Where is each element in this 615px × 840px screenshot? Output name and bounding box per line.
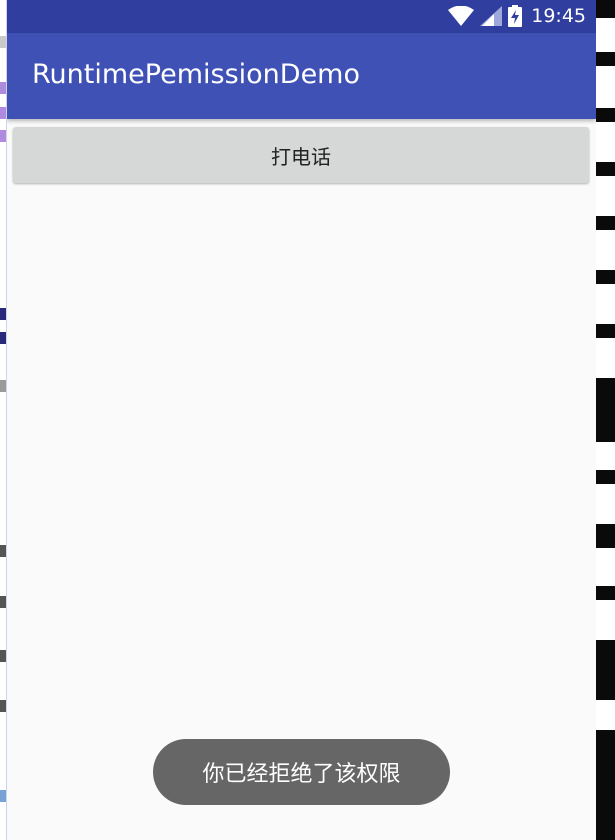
bg-text-fragment [0,107,6,119]
background-window-edge-right [596,0,615,840]
make-call-button[interactable]: 打电话 [13,127,589,183]
bg-text-fragment [0,545,6,557]
app-toolbar: RuntimePemissionDemo [7,33,596,119]
status-bar: 19:45 [7,0,596,33]
signal-icon [480,6,503,26]
bg-dark-fragment [596,524,615,548]
bg-dark-fragment [596,162,615,176]
bg-text-fragment [0,380,6,392]
bg-text-fragment [0,36,6,48]
bg-text-fragment [0,332,6,344]
bg-text-fragment [0,308,6,320]
bg-dark-fragment [596,730,615,840]
bg-dark-fragment [596,270,615,284]
bg-dark-fragment [596,216,615,230]
bg-dark-fragment [596,324,615,338]
bg-text-fragment [0,700,6,712]
bg-text-fragment [0,596,6,608]
bg-dark-fragment [596,108,615,122]
bg-text-fragment [0,790,6,802]
bg-dark-fragment [596,0,615,18]
bg-dark-fragment [596,52,615,66]
bg-dark-fragment [596,378,615,442]
bg-text-fragment [0,130,6,142]
toast-message: 你已经拒绝了该权限 [153,739,450,805]
bg-dark-fragment [596,586,615,600]
bg-dark-fragment [596,640,615,700]
status-icons: 19:45 [442,5,586,27]
battery-charging-icon [508,5,523,27]
wifi-icon [448,6,475,26]
app-title: RuntimePemissionDemo [32,59,360,90]
bg-dark-fragment [596,470,615,484]
background-window-edge-left [0,0,7,840]
android-emulator-screen: 19:45 RuntimePemissionDemo 打电话 你已经拒绝了该权限 [7,0,596,840]
status-clock: 19:45 [531,5,586,27]
bg-text-fragment [0,82,6,94]
screen: 19:45 RuntimePemissionDemo 打电话 你已经拒绝了该权限 [0,0,615,840]
bg-text-fragment [0,650,6,662]
main-content: 打电话 你已经拒绝了该权限 [7,119,596,840]
